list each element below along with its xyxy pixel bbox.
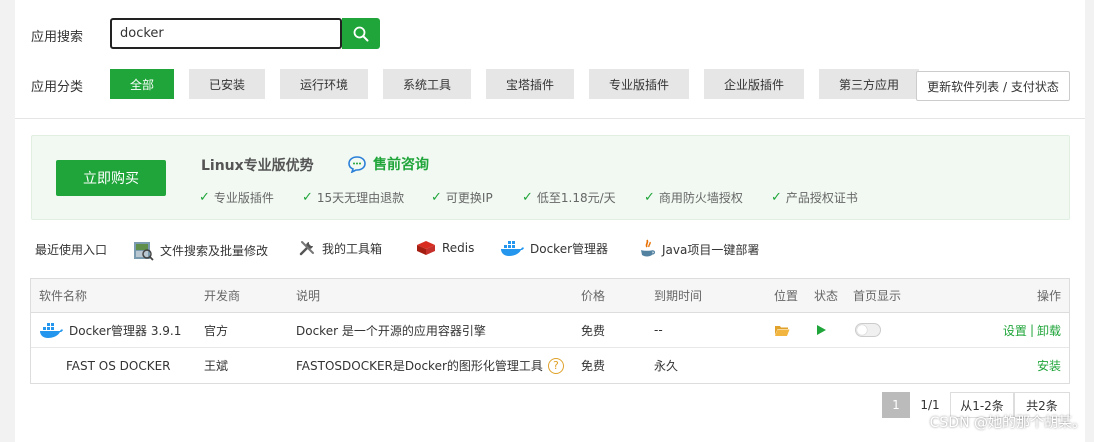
col-expiry-header: 到期时间	[654, 289, 703, 303]
toolbox-icon	[299, 241, 314, 256]
tab-pro-plugins[interactable]: 专业版插件	[589, 69, 689, 99]
file-search-icon	[134, 242, 154, 261]
feature-item: ✓ 产品授权证书	[771, 190, 858, 205]
consult-label: 售前咨询	[373, 157, 429, 173]
settings-link[interactable]: 设置	[1003, 322, 1027, 339]
check-icon: ✓	[199, 190, 210, 205]
check-icon: ✓	[302, 190, 313, 205]
search-input[interactable]	[110, 18, 342, 49]
app-table: 软件名称 开发商 说明 价格 到期时间 位置 状态 首页显示 操作 Docker…	[30, 278, 1070, 384]
feature-item: ✓ 商用防火墙授权	[644, 190, 743, 205]
search-button[interactable]	[342, 18, 380, 49]
check-icon: ✓	[771, 190, 782, 205]
tab-enterprise-plugins[interactable]: 企业版插件	[704, 69, 804, 99]
tab-third-party[interactable]: 第三方应用	[819, 69, 919, 99]
feature-item: ✓ 低至1.18元/天	[522, 190, 616, 205]
uninstall-link[interactable]: 卸载	[1037, 322, 1061, 339]
homepage-toggle[interactable]	[855, 323, 881, 337]
tab-runtime[interactable]: 运行环境	[280, 69, 368, 99]
chat-icon	[348, 156, 366, 173]
col-name-header: 软件名称	[39, 289, 88, 303]
search-icon	[353, 26, 369, 41]
tab-system-tools[interactable]: 系统工具	[383, 69, 471, 99]
help-icon[interactable]: ?	[547, 357, 564, 374]
recent-item-redis[interactable]: Redis	[416, 239, 474, 257]
homepage-cell	[855, 313, 881, 347]
feature-item: ✓ 专业版插件	[199, 190, 274, 205]
check-icon: ✓	[644, 190, 655, 205]
watermark: CSDN @她的那个胡某。	[929, 415, 1086, 431]
col-location-header: 位置	[774, 289, 799, 303]
col-homepage-header: 首页显示	[853, 289, 902, 303]
check-icon: ✓	[431, 190, 442, 205]
promo-title: Linux专业版优势	[201, 158, 314, 174]
action-separator: |	[1029, 323, 1034, 337]
app-name-cell: Docker管理器 3.9.1	[39, 313, 181, 347]
java-icon	[641, 239, 656, 257]
tab-bt-plugins[interactable]: 宝塔插件	[486, 69, 574, 99]
check-icon: ✓	[522, 190, 533, 205]
app-name: FAST OS DOCKER	[66, 358, 171, 373]
description-cell: Docker 是一个开源的应用容器引擎	[296, 323, 486, 338]
tab-installed[interactable]: 已安装	[189, 69, 265, 99]
search-label: 应用搜索	[31, 30, 84, 45]
col-actions-header: 操作	[1036, 289, 1061, 303]
status-cell	[815, 313, 827, 347]
folder-icon[interactable]	[774, 324, 790, 337]
install-link[interactable]: 安装	[1037, 357, 1061, 374]
expiry-cell: 永久	[654, 359, 679, 373]
actions-cell: 安装	[1037, 348, 1061, 383]
developer-cell: 王斌	[204, 359, 229, 373]
presale-consult-link[interactable]: 售前咨询	[347, 154, 429, 174]
tab-all[interactable]: 全部	[110, 69, 174, 99]
play-icon[interactable]	[815, 324, 827, 336]
col-price-header: 价格	[581, 289, 606, 303]
feature-item: ✓ 15天无理由退款	[302, 190, 405, 205]
table-row: Docker管理器 3.9.1 官方 Docker 是一个开源的应用容器引擎 免…	[31, 313, 1069, 348]
recent-item-java[interactable]: Java项目一键部署	[638, 239, 759, 259]
actions-cell: 设置 | 卸载	[1003, 313, 1061, 347]
col-description-header: 说明	[296, 289, 321, 303]
table-header: 软件名称 开发商 说明 价格 到期时间 位置 状态 首页显示 操作	[31, 279, 1069, 313]
pro-promo-banner	[31, 135, 1070, 220]
app-name: Docker管理器 3.9.1	[69, 323, 182, 338]
price-cell: 免费	[581, 359, 606, 373]
feature-item: ✓ 可更换IP	[431, 190, 493, 205]
price-cell: 免费	[581, 323, 606, 338]
recent-entries-label: 最近使用入口	[35, 243, 108, 257]
docker-icon	[501, 241, 524, 256]
location-cell	[774, 313, 790, 347]
refresh-list-button[interactable]: 更新软件列表 / 支付状态	[916, 71, 1070, 101]
section-divider	[15, 118, 1085, 119]
page-current[interactable]: 1	[882, 392, 910, 418]
developer-cell: 官方	[204, 323, 229, 338]
category-label: 应用分类	[31, 80, 84, 95]
buy-now-button[interactable]: 立即购买	[56, 160, 166, 196]
recent-item-toolbox[interactable]: 我的工具箱	[298, 239, 382, 257]
expiry-cell: --	[654, 323, 663, 337]
col-developer-header: 开发商	[204, 289, 241, 303]
recent-item-docker[interactable]: Docker管理器	[500, 239, 608, 257]
description-cell: FASTOSDOCKER是Docker的图形化管理工具 ?	[296, 348, 564, 383]
table-row: FAST OS DOCKER 王斌 FASTOSDOCKER是Docker的图形…	[31, 348, 1069, 383]
redis-icon	[417, 241, 435, 255]
docker-icon	[40, 323, 63, 338]
col-status-header: 状态	[814, 289, 839, 303]
recent-item-file-search[interactable]: 文件搜索及批量修改	[132, 239, 268, 261]
